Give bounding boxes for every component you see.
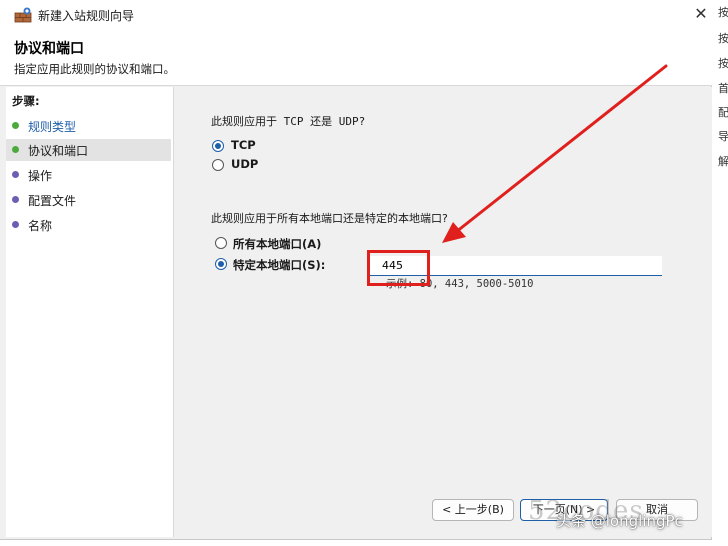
watermark-text: 头条 @longlingPc xyxy=(556,512,683,530)
steps-title: 步骤: xyxy=(12,94,40,108)
specific-ports-label[interactable]: 特定本地端口(S): xyxy=(233,257,325,273)
step-label: 名称 xyxy=(28,219,53,233)
back-button[interactable]: < 上一步(B) xyxy=(432,499,514,521)
step-rule-type[interactable]: 规则类型 xyxy=(6,115,171,137)
page-title: 协议和端口 xyxy=(14,41,84,57)
strip-char: 配 xyxy=(718,106,728,119)
content-panel xyxy=(176,87,712,537)
step-action[interactable]: 操作 xyxy=(6,164,171,186)
page-header: 协议和端口 指定应用此规则的协议和端口。 xyxy=(0,30,712,86)
step-status-icon xyxy=(12,146,19,153)
background-window-strip: 按 按 按 首 配 导 解 xyxy=(712,0,728,546)
protocol-question: 此规则应用于 TCP 还是 UDP? xyxy=(211,115,366,128)
step-status-icon xyxy=(12,196,19,203)
strip-char: 按 xyxy=(718,6,728,19)
all-ports-label[interactable]: 所有本地端口(A) xyxy=(233,236,321,252)
strip-char: 按 xyxy=(718,32,728,45)
step-status-icon xyxy=(12,122,19,129)
steps-panel: 步骤: 规则类型 协议和端口 操作 配置文件 名称 xyxy=(6,87,174,537)
udp-label[interactable]: UDP xyxy=(231,157,258,171)
specific-ports-radio[interactable] xyxy=(215,258,227,270)
tcp-label[interactable]: TCP xyxy=(231,138,256,152)
all-ports-radio[interactable] xyxy=(215,237,227,249)
step-status-icon xyxy=(12,171,19,178)
strip-char: 首 xyxy=(718,82,728,95)
step-profile[interactable]: 配置文件 xyxy=(6,189,171,211)
firewall-app-icon xyxy=(14,7,32,23)
step-label: 规则类型 xyxy=(28,120,77,134)
wizard-window: 新建入站规则向导 ✕ 协议和端口 指定应用此规则的协议和端口。 步骤: 规则类型… xyxy=(0,0,712,540)
ports-question: 此规则应用于所有本地端口还是特定的本地端口? xyxy=(211,212,448,225)
window-title: 新建入站规则向导 xyxy=(38,9,135,23)
strip-char: 解 xyxy=(718,155,728,168)
strip-char: 导 xyxy=(718,130,728,143)
step-label: 配置文件 xyxy=(28,194,77,208)
tcp-radio[interactable] xyxy=(212,140,224,152)
step-name[interactable]: 名称 xyxy=(6,214,171,236)
step-label: 协议和端口 xyxy=(28,144,89,158)
annotation-highlight-box xyxy=(367,250,430,286)
close-button[interactable]: ✕ xyxy=(690,3,712,25)
udp-radio[interactable] xyxy=(212,159,224,171)
step-status-icon xyxy=(12,221,19,228)
step-protocol-ports[interactable]: 协议和端口 xyxy=(6,139,171,161)
title-bar[interactable]: 新建入站规则向导 ✕ xyxy=(0,0,712,30)
strip-char: 按 xyxy=(718,57,728,70)
step-label: 操作 xyxy=(28,169,53,183)
page-subtitle: 指定应用此规则的协议和端口。 xyxy=(14,62,175,76)
